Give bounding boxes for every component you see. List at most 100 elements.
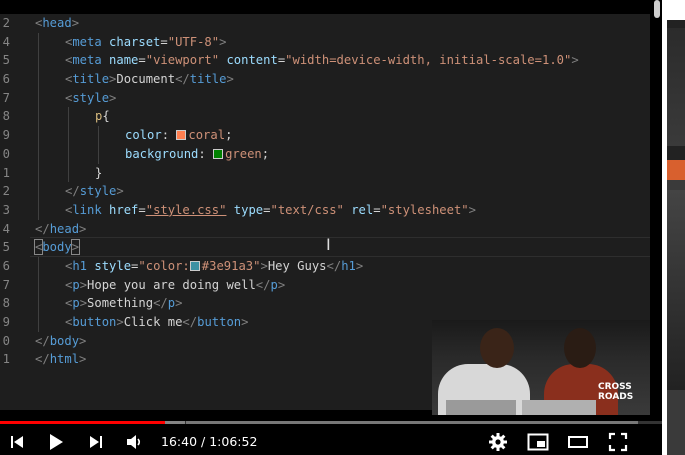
presenter-left-head <box>480 328 514 368</box>
code-token: head <box>49 221 80 236</box>
indent-guide <box>38 163 39 183</box>
line-number: 8 <box>2 109 10 124</box>
code-text: <body> <box>33 238 81 257</box>
time-display: 16:40 / 1:06:52 <box>161 428 257 455</box>
code-token: > <box>79 333 87 348</box>
code-token: Click me <box>123 315 183 329</box>
code-token: Document <box>116 72 176 87</box>
related-video-thumbnail-strip <box>667 160 685 180</box>
indent-guide <box>38 70 39 89</box>
indent-guide <box>38 88 39 108</box>
code-token: : <box>198 146 214 161</box>
code-line: 7 <p>Hope you are doing well</p> <box>0 275 650 295</box>
code-line: 5 <body> <box>0 238 650 257</box>
code-text: <head> <box>35 14 79 33</box>
skip-next-icon[interactable] <box>85 428 107 455</box>
indent-guide <box>68 126 69 145</box>
channel-watermark: CROSS ROADS <box>598 382 633 402</box>
code-token: > <box>226 72 234 87</box>
code-token: button <box>72 315 117 329</box>
progress-bar[interactable] <box>0 421 662 424</box>
code-token: html <box>49 352 80 367</box>
code-token: background <box>125 146 199 161</box>
code-text: background: green; <box>125 145 269 164</box>
line-number: 9 <box>2 315 10 329</box>
gear-icon[interactable] <box>486 428 510 455</box>
line-number: 0 <box>2 333 10 348</box>
code-token: link <box>72 202 110 217</box>
code-token: </ <box>35 333 50 348</box>
code-token: "style.css" <box>145 202 227 217</box>
skip-previous-icon[interactable] <box>6 428 28 455</box>
code-text: <meta name="viewport" content="width=dev… <box>65 51 579 70</box>
indent-guide <box>38 144 39 164</box>
code-token: </ <box>35 221 50 236</box>
code-token: type <box>233 202 264 217</box>
code-token: > <box>260 258 268 273</box>
code-token: h1 <box>341 258 356 273</box>
color-swatch[interactable] <box>176 130 187 141</box>
code-text: p{ <box>95 107 110 126</box>
code-line: 4 </head> <box>0 220 650 239</box>
indent-guide <box>68 144 69 164</box>
code-token: > <box>277 277 286 292</box>
code-token: = <box>138 202 146 217</box>
code-text: <link href="style.css" type="text/css" r… <box>65 201 476 220</box>
play-icon[interactable] <box>44 428 68 455</box>
indent-guide <box>38 51 39 71</box>
editor-scrollbar-thumb <box>654 0 660 18</box>
code-token: > <box>175 296 183 311</box>
code-text: <meta charset="UTF-8"> <box>65 33 226 52</box>
code-token: = <box>263 202 271 217</box>
related-video-thumbnail-image <box>667 190 685 390</box>
code-token: = <box>373 202 381 217</box>
code-text: <p>Something</p> <box>65 294 182 313</box>
indent-guide <box>98 144 99 164</box>
indent-guide <box>38 313 39 332</box>
code-token: p <box>72 296 80 311</box>
code-text: </html> <box>35 350 86 369</box>
color-swatch[interactable] <box>213 148 224 159</box>
code-line: 7 <style> <box>0 88 650 108</box>
fullscreen-icon[interactable] <box>606 428 630 455</box>
line-number: 9 <box>2 128 10 143</box>
line-number: 5 <box>2 240 10 255</box>
line-number: 8 <box>2 296 10 311</box>
code-token: > <box>70 239 81 256</box>
code-token: meta <box>72 34 110 49</box>
code-token: > <box>71 16 80 30</box>
code-token: "text/css" <box>270 202 344 217</box>
code-token: content <box>226 53 278 68</box>
code-token: { <box>102 109 110 124</box>
code-token: > <box>109 90 117 105</box>
code-token: body <box>49 333 80 348</box>
code-token: green <box>225 146 262 161</box>
code-token: Hey Guys <box>267 258 327 273</box>
code-token: > <box>571 53 579 68</box>
code-text: <h1 style="color: #3e91a3">Hey Guys</h1> <box>65 257 363 276</box>
code-token: style <box>94 258 132 273</box>
code-line: 1} <box>0 163 650 183</box>
code-token: Hope you are doing well <box>87 277 256 292</box>
code-line: 0 background: green; <box>0 144 650 164</box>
code-token: = <box>138 53 146 68</box>
line-number: 1 <box>2 352 10 367</box>
miniplayer-icon[interactable] <box>526 428 550 455</box>
indent-guide <box>98 126 99 145</box>
code-text: <title>Document</title> <box>65 70 234 89</box>
code-token: > <box>116 184 124 199</box>
code-text: color: coral; <box>125 126 232 145</box>
code-line: 8 p{ <box>0 107 650 127</box>
volume-icon[interactable] <box>122 428 146 455</box>
code-text: <button>Click me</button> <box>65 313 248 332</box>
video-player[interactable]: 2 <head> 4 <meta charset="UTF-8"> 5 <meta nam… <box>0 0 662 455</box>
color-swatch[interactable] <box>189 260 200 271</box>
code-token: </ <box>255 277 271 292</box>
theater-mode-icon[interactable] <box>566 428 590 455</box>
code-token: head <box>42 16 72 30</box>
code-line: 9 color: coral; <box>0 126 650 145</box>
indent-guide <box>38 200 39 220</box>
current-time: 16:40 <box>161 434 198 449</box>
indent-guide <box>38 32 39 52</box>
